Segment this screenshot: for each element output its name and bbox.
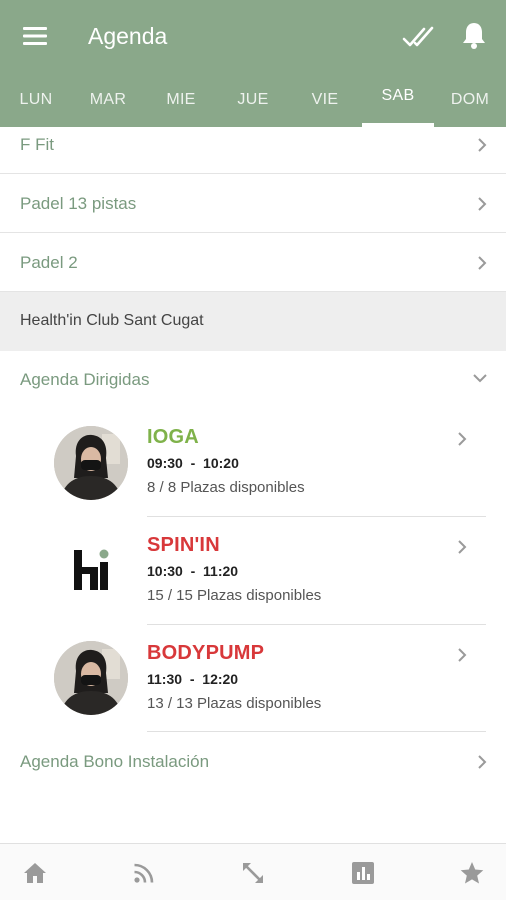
notifications-button[interactable]	[460, 20, 488, 50]
class-name: BODYPUMP	[147, 642, 265, 664]
class-end-time: 12:20	[202, 671, 239, 687]
group-agenda-dirigidas[interactable]: Agenda Dirigidas	[0, 351, 506, 409]
class-time: 11:30 - 12:20	[147, 671, 238, 687]
star-icon	[460, 862, 484, 884]
list-item-label: Agenda Bono Instalación	[20, 752, 210, 771]
double-check-icon	[402, 26, 434, 47]
chevron-right-icon	[458, 432, 467, 446]
list-item-label: Padel 13 pistas	[20, 194, 137, 213]
instructor-avatar	[54, 641, 128, 715]
chevron-down-icon	[473, 374, 487, 383]
chevron-right-icon	[478, 755, 487, 769]
list-item-agenda-bono-instalacion[interactable]: Agenda Bono Instalación	[0, 733, 506, 791]
nav-stats[interactable]	[350, 860, 376, 886]
list-item-padel-13-pistas[interactable]: Padel 13 pistas	[0, 174, 506, 233]
section-header-label: Health'in Club Sant Cugat	[20, 312, 204, 329]
nav-expand[interactable]	[240, 860, 266, 886]
class-places: 8 / 8 Plazas disponibles	[147, 479, 305, 496]
nav-favorites[interactable]	[459, 860, 485, 886]
feed-icon	[134, 863, 154, 883]
bell-icon	[463, 23, 485, 49]
section-header: Health'in Club Sant Cugat	[0, 292, 506, 351]
stats-icon	[352, 862, 374, 884]
top-bar: Agenda	[0, 0, 506, 72]
class-time: 09:30 - 10:20	[147, 455, 239, 471]
tab-vie[interactable]: VIE	[289, 72, 361, 127]
class-name: IOGA	[147, 426, 199, 448]
time-separator: -	[190, 455, 196, 471]
time-separator: -	[189, 671, 195, 687]
list-item-padel-2[interactable]: Padel 2	[0, 233, 506, 292]
menu-button[interactable]	[20, 22, 50, 50]
class-start-time: 09:30	[147, 455, 183, 471]
class-item-ioga[interactable]: IOGA 09:30 - 10:20 8 / 8 Plazas disponib…	[0, 409, 506, 517]
chevron-right-icon	[458, 540, 467, 554]
tab-mie[interactable]: MIE	[145, 72, 217, 127]
chevron-right-icon	[458, 648, 467, 662]
instructor-avatar	[54, 426, 128, 500]
class-name: SPIN'IN	[147, 534, 220, 556]
hi-logo	[54, 534, 128, 608]
class-places: 13 / 13 Plazas disponibles	[147, 695, 322, 712]
class-item-spin-in[interactable]: SPIN'IN 10:30 - 11:20 15 / 15 Plazas dis…	[0, 517, 506, 625]
expand-icon	[243, 863, 263, 883]
nav-feed[interactable]	[131, 860, 157, 886]
list-item-f-fit[interactable]: F Fit	[0, 127, 506, 174]
tab-dom[interactable]: DOM	[434, 72, 506, 127]
tab-sab[interactable]: SAB	[362, 72, 434, 127]
hamburger-menu-icon	[23, 27, 47, 45]
tab-jue[interactable]: JUE	[217, 72, 289, 127]
class-item-bodypump[interactable]: BODYPUMP 11:30 - 12:20 13 / 13 Plazas di…	[0, 625, 506, 733]
list-item-label: F Fit	[20, 135, 54, 154]
tab-lun[interactable]: LUN	[0, 72, 72, 127]
class-end-time: 11:20	[203, 563, 239, 579]
divider	[147, 731, 486, 732]
nav-home[interactable]	[22, 860, 48, 886]
chevron-right-icon	[478, 256, 487, 270]
class-end-time: 10:20	[203, 455, 239, 471]
class-start-time: 11:30	[147, 671, 183, 687]
chevron-right-icon	[478, 138, 487, 152]
tab-mar[interactable]: MAR	[72, 72, 144, 127]
bottom-navigation	[0, 843, 506, 900]
group-label: Agenda Dirigidas	[20, 370, 150, 389]
home-icon	[24, 863, 46, 883]
chevron-right-icon	[478, 197, 487, 211]
mark-all-read-button[interactable]	[402, 22, 436, 50]
list-item-label: Padel 2	[20, 253, 78, 272]
page-title: Agenda	[88, 23, 168, 49]
app-header: Agenda LUN MAR MIE JUE VIE SAB DOM	[0, 0, 506, 127]
time-separator: -	[190, 563, 196, 579]
class-time: 10:30 - 11:20	[147, 563, 238, 579]
class-places: 15 / 15 Plazas disponibles	[147, 587, 322, 604]
class-start-time: 10:30	[147, 563, 183, 579]
day-tabs: LUN MAR MIE JUE VIE SAB DOM	[0, 72, 506, 127]
